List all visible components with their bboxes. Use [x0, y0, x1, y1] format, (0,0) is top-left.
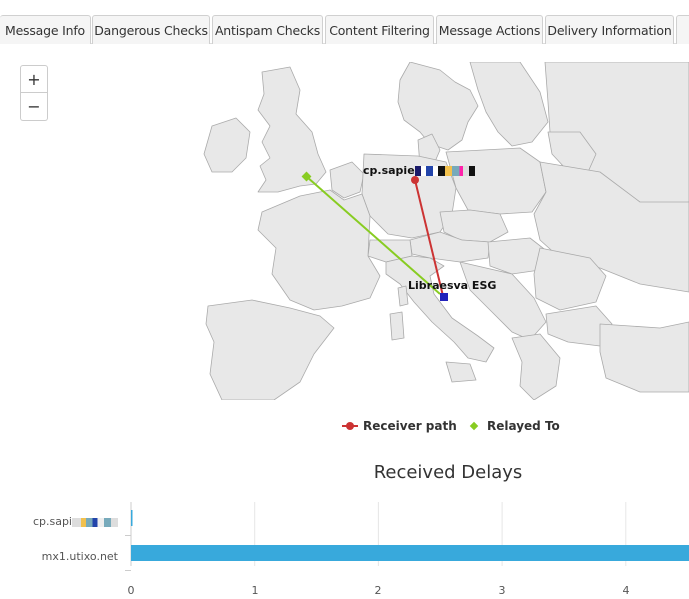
esg-marker [440, 293, 448, 301]
tab-message-actions[interactable]: Message Actions [436, 15, 543, 44]
x-tick-label: 3 [498, 584, 506, 597]
chart-title: Received Delays [373, 462, 523, 483]
x-tick-label: 0 [127, 584, 135, 597]
tab-content-filtering[interactable]: Content Filtering [325, 15, 434, 44]
legend-item-relayed-to[interactable]: Relayed To [469, 417, 560, 435]
marker-label-sender: cp.sapie [363, 164, 475, 177]
category-label-0: cp.sapi [0, 515, 118, 528]
tab-bar: Message Info Dangerous Checks Antispam C… [0, 0, 689, 44]
zoom-out-button[interactable]: − [20, 93, 48, 121]
corsica-shape [397, 285, 409, 307]
legend-label: Receiver path [363, 419, 457, 433]
tab-dangerous-checks[interactable]: Dangerous Checks [92, 15, 210, 44]
redacted-text-icon [414, 166, 475, 176]
delays-chart [125, 502, 689, 571]
receiver-marker [411, 176, 419, 184]
tab-delivery-information[interactable]: Delivery Information [545, 15, 674, 44]
x-tick-label: 4 [622, 584, 630, 597]
redacted-text-icon [72, 517, 118, 527]
tab-overflow[interactable] [676, 15, 689, 44]
route-map[interactable]: cp.sapie Libraesva ESG [0, 62, 689, 400]
zoom-in-button[interactable]: + [20, 65, 48, 93]
sardinia-shape [389, 311, 405, 341]
x-tick-label: 1 [251, 584, 259, 597]
relayed-to-legend-icon [469, 421, 479, 431]
category-label-1: mx1.utixo.net [41, 550, 118, 563]
receiver-path-legend-icon [342, 422, 358, 430]
x-tick-label: 2 [374, 584, 382, 597]
legend-item-receiver-path[interactable]: Receiver path [342, 417, 457, 435]
map-canvas [0, 62, 689, 400]
marker-label-esg: Libraesva ESG [408, 279, 497, 292]
tab-message-info[interactable]: Message Info [0, 15, 91, 44]
delay-bar[interactable] [131, 510, 133, 526]
legend-label: Relayed To [487, 419, 560, 433]
delay-bar[interactable] [131, 545, 689, 561]
tab-antispam-checks[interactable]: Antispam Checks [212, 15, 323, 44]
